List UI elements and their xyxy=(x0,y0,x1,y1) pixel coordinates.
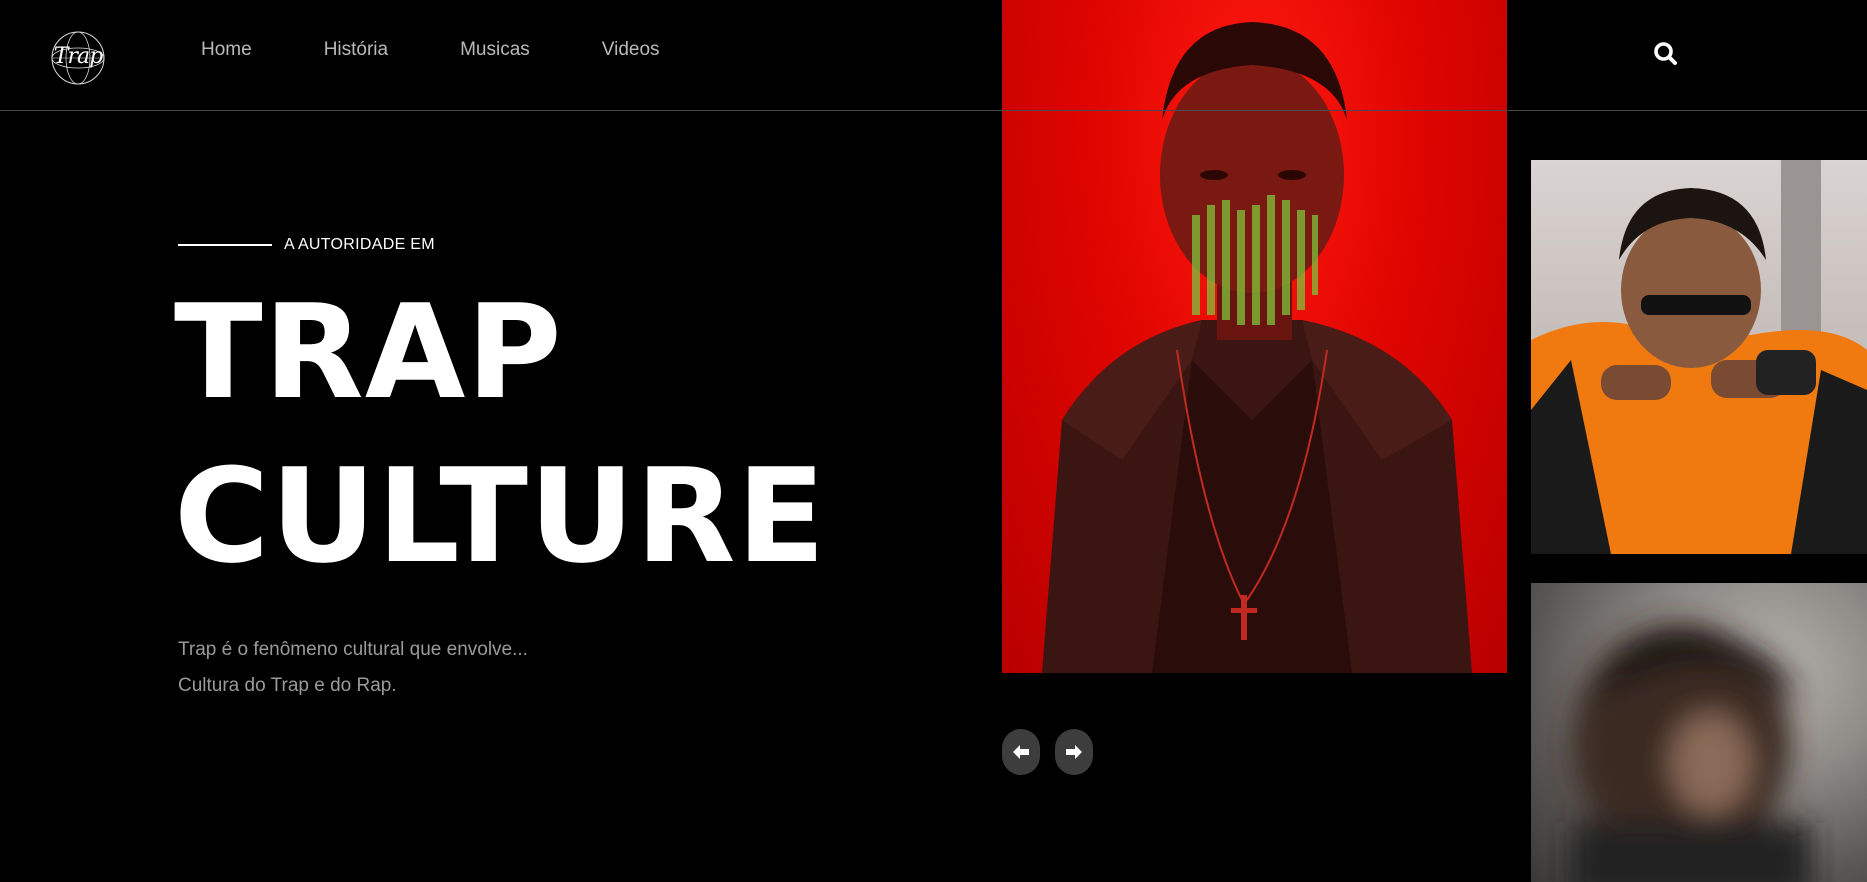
gallery-photo-1-illustration xyxy=(1531,160,1867,554)
nav-item-home[interactable]: Home xyxy=(201,38,252,62)
nav-item-videos[interactable]: Videos xyxy=(602,38,660,62)
brand-logo-text: Trap xyxy=(53,44,103,69)
header-divider xyxy=(0,110,1867,111)
nav-item-musicas[interactable]: Musicas xyxy=(460,38,530,62)
gallery-photo-2[interactable] xyxy=(1531,583,1867,882)
arrow-left-icon xyxy=(1013,745,1029,759)
gallery-next-button[interactable] xyxy=(1055,729,1093,775)
description-line-2: Cultura do Trap e do Rap. xyxy=(178,675,397,696)
description-line-1: Trap é o fenômeno cultural que envolve..… xyxy=(178,639,528,660)
arrow-right-icon xyxy=(1066,745,1082,759)
gallery-photo-2-illustration xyxy=(1571,623,1811,882)
search-icon xyxy=(1654,42,1677,65)
gallery-photo-1[interactable] xyxy=(1531,160,1867,554)
brand-logo[interactable]: Trap xyxy=(50,30,106,86)
nav-item-historia[interactable]: História xyxy=(324,38,388,62)
hero-description: Trap é o fenômeno cultural que envolve..… xyxy=(178,632,528,704)
main-nav: Home História Musicas Videos xyxy=(201,38,732,62)
hero-eyebrow: A AUTORIDADE EM xyxy=(178,236,435,254)
hero-headline: TRAP CULTURE xyxy=(174,270,826,598)
featured-photo[interactable] xyxy=(1002,0,1507,673)
search-button[interactable] xyxy=(1652,40,1680,68)
featured-photo-illustration xyxy=(1042,22,1472,673)
eyebrow-text: A AUTORIDADE EM xyxy=(284,236,435,253)
eyebrow-line xyxy=(178,244,272,246)
headline-line-2: CULTURE xyxy=(174,440,827,592)
page: Trap Home História Musicas Videos A AUTO… xyxy=(0,0,1867,882)
gallery-prev-button[interactable] xyxy=(1002,729,1040,775)
headline-line-1: TRAP xyxy=(174,276,563,428)
